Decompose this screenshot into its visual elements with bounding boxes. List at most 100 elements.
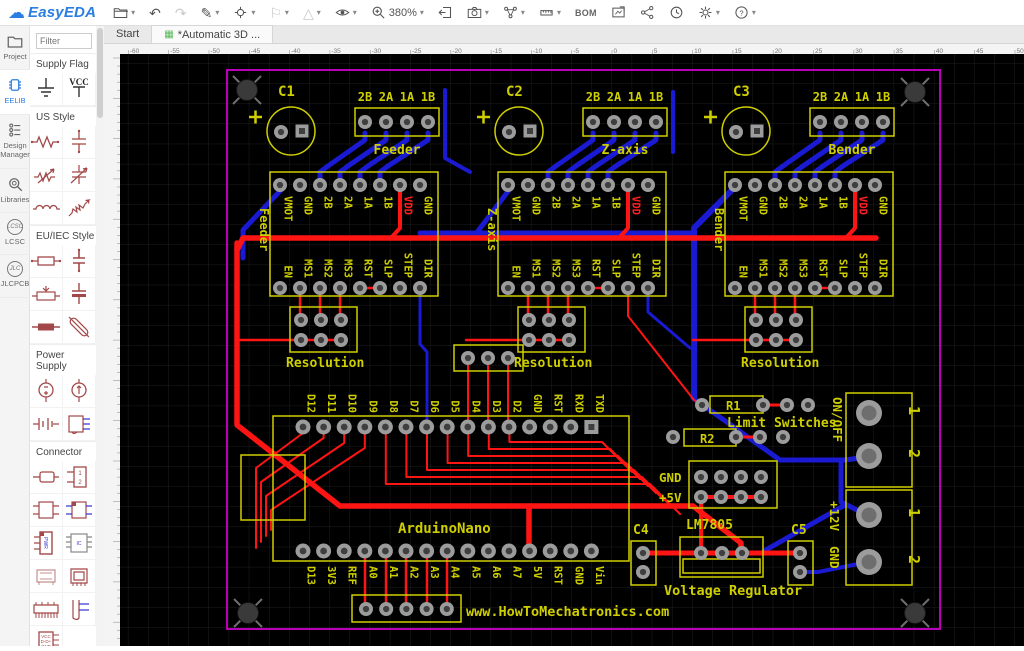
hdr-1x2-symbol: 12 <box>63 463 95 491</box>
plug-symbol <box>30 463 62 491</box>
component-usb-mini[interactable]: VCCD-D+GND <box>30 626 63 646</box>
component-usb-b[interactable] <box>63 560 96 593</box>
sidebar-item-eelib[interactable]: EELIB <box>0 70 30 114</box>
help-toolbar-button[interactable]: ?▾ <box>729 1 761 25</box>
vertical-silk-label: SLP <box>382 259 394 278</box>
locate-toolbar-button[interactable]: ▾ <box>228 1 260 25</box>
undo-toolbar-button[interactable]: ↶ <box>144 1 166 25</box>
hdr-2x2-symbol <box>30 496 62 524</box>
component-jack[interactable] <box>63 408 96 441</box>
align-toolbar-button[interactable]: △▾ <box>298 1 326 25</box>
svg-text:1A: 1A <box>855 90 870 104</box>
component-hdr-1x2[interactable]: 12 <box>63 461 96 494</box>
main-toolbar: ☁ EasyEDA ▾↶↷✎▾▾⚐▾△▾▾380%▾▾▾▾BOM▾?▾ <box>0 0 1024 26</box>
flag-toolbar-button[interactable]: ⚐▾ <box>264 1 294 25</box>
component-res-us[interactable] <box>30 126 63 159</box>
dropdown-caret-icon: ▾ <box>716 8 720 17</box>
component-hdr-2x2r[interactable] <box>63 494 96 527</box>
panel-section-title: EU/IEC Style <box>30 225 96 245</box>
pcb-drawing[interactable]: C12B2A1A1BFeederVMOTENGNDMS12BMS22AMS31A… <box>120 54 1024 646</box>
vertical-silk-label: D8 <box>387 400 399 413</box>
component-plug[interactable] <box>30 461 63 494</box>
sidebar-item-lcsc[interactable]: LCSCLCSC <box>0 213 30 255</box>
component-hdr-red[interactable]: PWR <box>30 527 63 560</box>
component-inductor[interactable] <box>30 192 63 225</box>
component-battery[interactable] <box>30 408 63 441</box>
vertical-silk-label: MS2 <box>777 259 789 278</box>
vertical-silk-label: MS1 <box>530 259 542 278</box>
camera-toolbar-button[interactable]: ▾ <box>462 1 494 25</box>
panel-scrollbar[interactable] <box>96 26 104 646</box>
gear-toolbar-button[interactable]: ▾ <box>693 1 725 25</box>
component-cap-var[interactable] <box>63 159 96 192</box>
svg-text:C3: C3 <box>733 84 750 100</box>
cap-trim-symbol <box>63 128 95 156</box>
component-cap-trim[interactable] <box>63 126 96 159</box>
import-toolbar-button[interactable] <box>433 1 458 25</box>
sidebar-item-project[interactable]: Project <box>0 26 30 70</box>
component-ic8[interactable]: IC <box>63 527 96 560</box>
component-fuse[interactable] <box>63 311 96 344</box>
vertical-silk-label: SLP <box>837 259 849 278</box>
component-hdr-row[interactable] <box>30 593 63 626</box>
vertical-silk-label: GND <box>302 196 314 215</box>
tab-start[interactable]: Start <box>104 25 151 43</box>
vertical-silk-label: RST <box>590 259 602 278</box>
component-source-i[interactable] <box>63 375 96 408</box>
dropdown-caret-icon: ▾ <box>317 8 321 17</box>
measure-toolbar-button[interactable]: ▾ <box>534 1 566 25</box>
pencil-toolbar-button[interactable]: ✎▾ <box>196 1 225 25</box>
vertical-silk-label: D7 <box>408 400 420 413</box>
topology-toolbar-button[interactable]: ▾ <box>498 1 530 25</box>
component-cap-pol[interactable] <box>63 278 96 311</box>
component-res-var[interactable] <box>30 159 63 192</box>
vertical-silk-label: 5V <box>531 566 543 579</box>
svg-text:C5: C5 <box>791 523 807 538</box>
easyeda-logo[interactable]: ☁ EasyEDA <box>0 3 106 23</box>
vertical-silk-label: A7 <box>511 566 523 579</box>
redo-toolbar-button[interactable]: ↷ <box>170 1 192 25</box>
component-vcc[interactable]: VCC <box>63 73 96 106</box>
sidebar-item-design-manager[interactable]: Design Manager <box>0 115 30 169</box>
export-toolbar-button[interactable] <box>606 1 631 25</box>
component-gnd[interactable] <box>30 73 63 106</box>
component-pot-eu[interactable] <box>30 278 63 311</box>
sidebar-item-libraries[interactable]: Libraries <box>0 169 30 213</box>
vertical-silk-label: 1B <box>382 196 394 209</box>
bom-text-toolbar-button[interactable]: BOM <box>570 1 602 25</box>
svg-text:IC: IC <box>77 541 82 547</box>
vertical-silk-label: Z-axis <box>485 208 499 251</box>
component-res-eu[interactable] <box>30 245 63 278</box>
dropdown-caret-icon: ▾ <box>557 8 561 17</box>
vertical-silk-label: D12 <box>305 394 317 413</box>
svg-text:www.HowToMechatronics.com: www.HowToMechatronics.com <box>466 604 669 620</box>
folder-toolbar-button[interactable]: ▾ <box>108 1 140 25</box>
vertical-silk-label: D2 <box>511 400 523 413</box>
vertical-silk-label: RST <box>552 566 564 585</box>
component-hdr-2x2[interactable] <box>30 494 63 527</box>
component-library-panel: Supply FlagVCCUS StyleEU/IEC StylePower … <box>30 26 96 646</box>
component-usb-a[interactable] <box>30 560 63 593</box>
component-res-var2[interactable] <box>63 192 96 225</box>
dropdown-caret-icon: ▾ <box>485 8 489 17</box>
filter-input[interactable] <box>36 33 92 49</box>
zoom-toolbar-button[interactable]: 380%▾ <box>366 1 429 25</box>
tab-automatic-3d[interactable]: ▦ *Automatic 3D ... <box>151 25 273 43</box>
history-toolbar-button[interactable] <box>664 1 689 25</box>
component-cap-eu[interactable] <box>63 245 96 278</box>
vertical-silk-label: GND <box>422 196 434 215</box>
zoom-level-value: 380% <box>389 7 417 19</box>
share-icon <box>640 5 655 20</box>
pcb-canvas[interactable]: C12B2A1A1BFeederVMOTENGNDMS12BMS22AMS31A… <box>120 54 1024 646</box>
vcc-symbol: VCC <box>63 75 95 103</box>
vertical-silk-label: A3 <box>428 566 440 579</box>
svg-text:1A: 1A <box>628 90 643 104</box>
vertical-silk-label: EN <box>737 265 749 278</box>
share-toolbar-button[interactable] <box>635 1 660 25</box>
vertical-silk-label: VDD <box>857 196 869 215</box>
sidebar-item-jlcpcb[interactable]: JLCJLCPCB <box>0 255 30 297</box>
component-res-filled[interactable] <box>30 311 63 344</box>
component-source-v[interactable] <box>30 375 63 408</box>
eye-toolbar-button[interactable]: ▾ <box>330 1 362 25</box>
component-probe[interactable] <box>63 593 96 626</box>
